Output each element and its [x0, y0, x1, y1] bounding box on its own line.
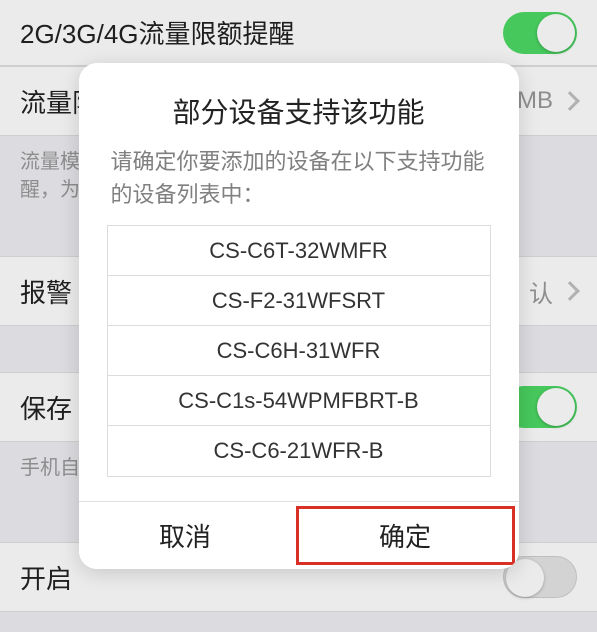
settings-screen: 2G/3G/4G流量限额提醒 流量限额 20MB 流量模式醒，为你 报警 认 保…	[0, 0, 597, 632]
list-item: CS-F2-31WFSRT	[108, 276, 490, 326]
cancel-button[interactable]: 取消	[79, 502, 292, 569]
list-item: CS-C1s-54WPMFBRT-B	[108, 376, 490, 426]
modal-title: 部分设备支持该功能	[79, 63, 519, 145]
list-item: CS-C6H-31WFR	[108, 326, 490, 376]
list-item: CS-C6T-32WMFR	[108, 226, 490, 276]
modal-subtitle: 请确定你要添加的设备在以下支持功能的设备列表中：	[79, 145, 519, 225]
modal-actions: 取消 确定	[79, 501, 519, 569]
device-list: CS-C6T-32WMFR CS-F2-31WFSRT CS-C6H-31WFR…	[107, 225, 491, 477]
device-support-modal: 部分设备支持该功能 请确定你要添加的设备在以下支持功能的设备列表中： CS-C6…	[79, 63, 519, 569]
modal-overlay: 部分设备支持该功能 请确定你要添加的设备在以下支持功能的设备列表中： CS-C6…	[0, 0, 597, 632]
list-item: CS-C6-21WFR-B	[108, 426, 490, 476]
confirm-button[interactable]: 确定	[296, 506, 515, 565]
